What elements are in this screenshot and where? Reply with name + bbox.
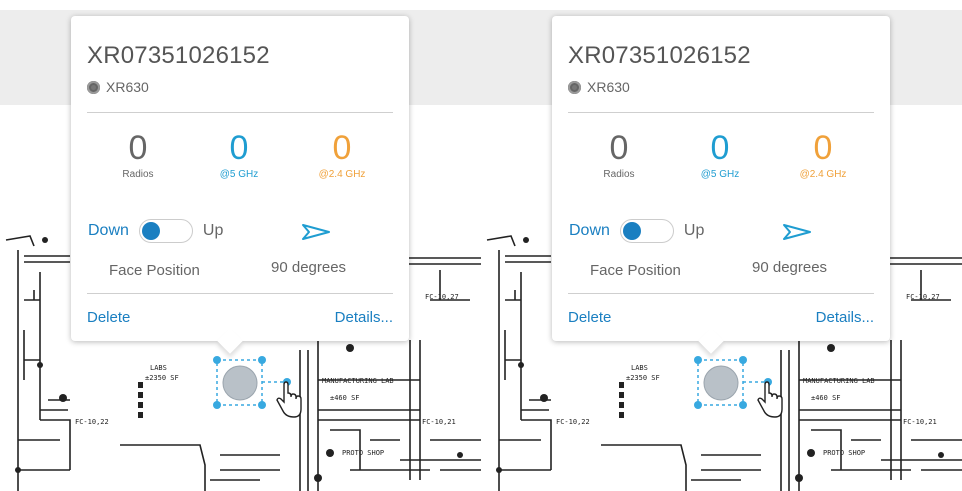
face-position-label: Face Position (590, 262, 681, 279)
label-fc-1027: FC-10,27 (425, 293, 459, 301)
divider (568, 112, 874, 113)
label-fc-1022: FC-10,22 (75, 418, 109, 426)
hand-cursor-icon (276, 381, 302, 418)
label-fc-1022: FC-10,22 (556, 418, 590, 426)
face-position-label: Face Position (109, 262, 200, 279)
selected-device-marker[interactable] (693, 355, 783, 427)
label-mfg-lab: MANUFACTURING LAB (803, 377, 875, 385)
stat-radios-value: 0 (128, 129, 148, 167)
label-fc-1027: FC-10,27 (906, 293, 940, 301)
stat-5ghz: 0 @5 GHz (199, 131, 279, 180)
label-mfg-area: ±460 SF (330, 394, 360, 402)
face-toggle-row: Down Up (88, 219, 223, 243)
device-popover: XR07351026152 XR630 0 Radios 0 @5 GHz 0 … (71, 16, 409, 354)
label-proto-shop: PROTO SHOP (823, 449, 865, 457)
toggle-up-label[interactable]: Up (203, 222, 223, 240)
delete-link[interactable]: Delete (87, 309, 130, 326)
toggle-knob (141, 222, 160, 240)
divider (87, 112, 393, 113)
face-degrees-value: 90 degrees (752, 259, 828, 276)
stat-radios-label: Radios (122, 169, 154, 180)
label-proto-shop: PROTO SHOP (342, 449, 384, 457)
label-labs: LABS (631, 364, 648, 372)
stat-24ghz: 0 @2.4 GHz (783, 131, 863, 180)
model-radio-icon (87, 80, 100, 94)
face-direction-arrow-icon[interactable] (301, 223, 331, 241)
label-mfg-lab: MANUFACTURING LAB (322, 377, 394, 385)
stat-radios: 0 Radios (579, 131, 659, 180)
face-degrees-value: 90 degrees (271, 259, 347, 276)
stat-5ghz: 0 @5 GHz (680, 131, 760, 180)
stat-24ghz-value: 0 (813, 129, 833, 167)
device-model-row: XR630 (87, 79, 149, 95)
stat-radios-value: 0 (609, 129, 629, 167)
stat-5ghz-label: @5 GHz (700, 169, 740, 180)
hand-cursor-icon (757, 381, 783, 418)
device-popover: XR07351026152 XR630 0 Radios 0 @5 GHz 0 … (552, 16, 890, 354)
details-link[interactable]: Details... (816, 309, 874, 326)
device-model-row: XR630 (568, 79, 630, 95)
stat-radios: 0 Radios (98, 131, 178, 180)
toggle-down-label[interactable]: Down (569, 222, 610, 240)
face-toggle-switch[interactable] (619, 219, 674, 243)
stat-24ghz-label: @2.4 GHz (799, 169, 847, 180)
label-labs: LABS (150, 364, 167, 372)
toggle-up-label[interactable]: Up (684, 222, 704, 240)
stat-5ghz-value: 0 (229, 129, 249, 167)
stat-5ghz-label: @5 GHz (219, 169, 259, 180)
stat-24ghz: 0 @2.4 GHz (302, 131, 382, 180)
label-fc-1021: FC-10,21 (422, 418, 456, 426)
label-fc-1021: FC-10,21 (903, 418, 937, 426)
toggle-down-label[interactable]: Down (88, 222, 129, 240)
stat-radios-label: Radios (603, 169, 635, 180)
label-labs-area: ±2350 SF (145, 374, 179, 382)
stat-24ghz-label: @2.4 GHz (318, 169, 366, 180)
stat-5ghz-value: 0 (710, 129, 730, 167)
model-radio-icon (568, 80, 581, 94)
device-serial-title: XR07351026152 (87, 42, 270, 69)
face-toggle-row: Down Up (569, 219, 704, 243)
floorplan-panel-left: LABS ±2350 SF MANUFACTURING LAB ±460 SF … (0, 0, 481, 491)
label-mfg-area: ±460 SF (811, 394, 841, 402)
delete-link[interactable]: Delete (568, 309, 611, 326)
face-toggle-switch[interactable] (138, 219, 193, 243)
toggle-knob (622, 222, 641, 240)
divider (568, 293, 874, 294)
label-labs-area: ±2350 SF (626, 374, 660, 382)
selected-device-marker[interactable] (212, 355, 302, 427)
device-model: XR630 (587, 79, 630, 95)
device-serial-title: XR07351026152 (568, 42, 751, 69)
stat-24ghz-value: 0 (332, 129, 352, 167)
device-model: XR630 (106, 79, 149, 95)
face-direction-arrow-icon[interactable] (782, 223, 812, 241)
floorplan-panel-right: LABS ±2350 SF MANUFACTURING LAB ±460 SF … (481, 0, 962, 491)
divider (87, 293, 393, 294)
details-link[interactable]: Details... (335, 309, 393, 326)
